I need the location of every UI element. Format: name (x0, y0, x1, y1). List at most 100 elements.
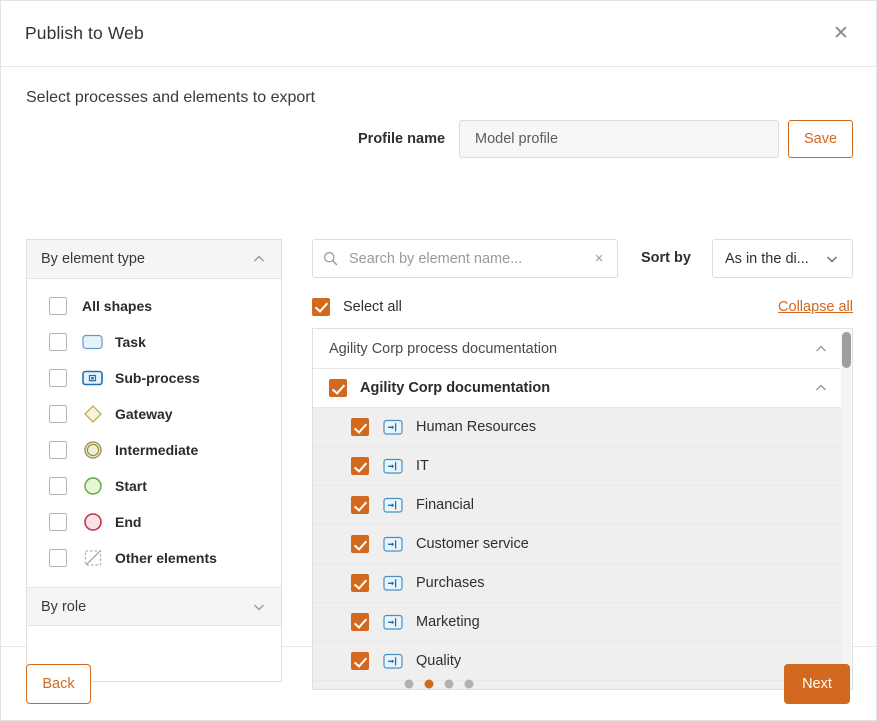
step-dot-2[interactable] (424, 679, 433, 688)
start-event-icon (82, 475, 104, 497)
profile-name-label: Profile name (358, 131, 446, 147)
checkbox-sub-process[interactable] (49, 369, 67, 387)
intermediate-event-icon (82, 439, 104, 461)
tree-item-label: Marketing (416, 614, 480, 630)
checkbox-gateway[interactable] (49, 405, 67, 423)
chevron-up-icon (251, 251, 267, 267)
checkbox-agility-corp-documentation[interactable] (329, 379, 347, 397)
filter-section-role-header[interactable]: By role (27, 587, 281, 626)
filter-item-end[interactable]: End (27, 504, 281, 540)
tree-item-label: IT (416, 458, 429, 474)
process-tree-body: Agility Corp process documentation Agili… (313, 329, 843, 689)
search-icon (323, 251, 338, 266)
dialog-body: Select processes and elements to export … (1, 67, 876, 690)
page-subtitle: Select processes and elements to export (26, 89, 316, 106)
elements-selection-area: × Sort by As in the di... Select all Col… (312, 239, 853, 690)
checkbox-task[interactable] (49, 333, 67, 351)
tree-item-label: Purchases (416, 575, 485, 591)
checkbox-select-all[interactable] (312, 297, 330, 316)
task-shape-icon (82, 331, 104, 353)
close-icon[interactable]: ✕ (828, 21, 854, 47)
chevron-up-icon[interactable] (813, 380, 829, 396)
call-activity-icon (383, 457, 405, 475)
checkbox-all-shapes[interactable] (49, 297, 67, 315)
tree-row-item[interactable]: IT (313, 447, 843, 486)
step-dot-3[interactable] (444, 679, 453, 688)
profile-name-input[interactable] (459, 120, 779, 158)
tree-row-root[interactable]: Agility Corp process documentation (313, 329, 843, 369)
checkbox-start[interactable] (49, 477, 67, 495)
search-box[interactable]: × (312, 239, 618, 278)
filters-panel: By element type All shapes Task Sub-proc… (26, 239, 282, 682)
tree-row-item[interactable]: Financial (313, 486, 843, 525)
filter-section-element-type-header[interactable]: By element type (27, 240, 281, 279)
filter-item-task[interactable]: Task (27, 324, 281, 360)
chevron-down-icon (251, 599, 267, 615)
filter-label-sub-process: Sub-process (115, 370, 200, 386)
filter-label-task: Task (115, 334, 146, 350)
next-button[interactable]: Next (784, 664, 850, 704)
end-event-icon (82, 511, 104, 533)
tree-root-label: Agility Corp process documentation (329, 340, 558, 357)
tree-scrollbar-thumb[interactable] (842, 332, 851, 368)
chevron-up-icon[interactable] (813, 341, 829, 357)
checkbox-intermediate[interactable] (49, 441, 67, 459)
checkbox-tree-item[interactable] (351, 613, 369, 631)
tree-row-group[interactable]: Agility Corp documentation (313, 369, 843, 408)
sort-by-label: Sort by (641, 250, 691, 266)
select-all-label: Select all (343, 298, 402, 315)
filter-item-gateway[interactable]: Gateway (27, 396, 281, 432)
checkbox-tree-item[interactable] (351, 535, 369, 553)
dialog-footer: Back Next (1, 647, 876, 720)
filter-section-element-type-label: By element type (41, 251, 145, 267)
gateway-shape-icon (82, 403, 104, 425)
call-activity-icon (383, 574, 405, 592)
clear-search-icon[interactable]: × (591, 251, 607, 267)
subprocess-shape-icon (82, 367, 104, 389)
checkbox-tree-item[interactable] (351, 457, 369, 475)
filter-item-intermediate[interactable]: Intermediate (27, 432, 281, 468)
checkbox-tree-item[interactable] (351, 574, 369, 592)
filter-item-other-elements[interactable]: Other elements (27, 540, 281, 576)
tree-row-item[interactable]: Customer service (313, 525, 843, 564)
search-and-sort-row: × Sort by As in the di... (312, 239, 853, 278)
filter-item-start[interactable]: Start (27, 468, 281, 504)
sort-by-dropdown[interactable]: As in the di... (712, 239, 853, 278)
call-activity-icon (383, 496, 405, 514)
filter-label-all-shapes: All shapes (82, 298, 153, 314)
back-button[interactable]: Back (26, 664, 91, 704)
filter-label-gateway: Gateway (115, 406, 173, 422)
tree-item-label: Customer service (416, 536, 529, 552)
tree-scrollbar-track[interactable] (841, 330, 851, 689)
step-indicator (404, 679, 473, 688)
filter-label-start: Start (115, 478, 147, 494)
call-activity-icon (383, 535, 405, 553)
other-elements-icon (82, 547, 104, 569)
step-dot-1[interactable] (404, 679, 413, 688)
checkbox-other-elements[interactable] (49, 549, 67, 567)
chevron-down-icon (824, 251, 840, 267)
filter-item-sub-process[interactable]: Sub-process (27, 360, 281, 396)
collapse-all-link[interactable]: Collapse all (778, 299, 853, 315)
checkbox-tree-item[interactable] (351, 496, 369, 514)
tree-row-item[interactable]: Marketing (313, 603, 843, 642)
checkbox-end[interactable] (49, 513, 67, 531)
publish-to-web-dialog: Publish to Web ✕ Select processes and el… (0, 0, 877, 721)
sort-by-value: As in the di... (725, 250, 809, 267)
dialog-titlebar: Publish to Web ✕ (1, 1, 876, 67)
filter-item-all-shapes[interactable]: All shapes (27, 288, 281, 324)
checkbox-tree-item[interactable] (351, 418, 369, 436)
process-tree: Agility Corp process documentation Agili… (312, 328, 853, 690)
tree-item-label: Human Resources (416, 419, 537, 435)
search-input[interactable] (347, 249, 591, 268)
step-dot-4[interactable] (464, 679, 473, 688)
element-type-filter-list: All shapes Task Sub-process Gateway Inte… (27, 279, 281, 587)
filter-section-role-label: By role (41, 598, 87, 615)
filter-label-other-elements: Other elements (115, 550, 217, 566)
save-button[interactable]: Save (788, 120, 853, 158)
tree-row-item[interactable]: Purchases (313, 564, 843, 603)
tree-item-label: Financial (416, 497, 475, 513)
dialog-title: Publish to Web (25, 23, 144, 43)
profile-name-row: Profile name Save (1, 119, 876, 159)
tree-row-item[interactable]: Human Resources (313, 408, 843, 447)
